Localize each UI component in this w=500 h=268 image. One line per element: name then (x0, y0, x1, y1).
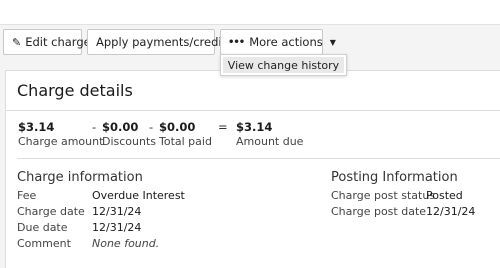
fee-value: Overdue Interest (92, 189, 185, 202)
summary-divider (17, 158, 500, 159)
apply-payments-label: Apply payments/credits (96, 35, 233, 49)
discounts-value: $0.00 (102, 120, 139, 134)
charge-post-date-value: 12/31/24 (426, 205, 476, 218)
comment-value: None found. (92, 237, 160, 250)
charge-post-status-label: Charge post status (331, 189, 436, 202)
charge-post-date-label: Charge post date (331, 205, 427, 218)
charge-details-panel: Charge details $3.14 Charge amount - $0.… (5, 70, 500, 268)
edit-charge-button[interactable]: ✎ Edit charge (3, 29, 91, 55)
action-toolbar: ✎ Edit charge Apply payments/credits •••… (3, 29, 336, 55)
caret-down-icon: ▼ (329, 37, 336, 47)
more-actions-label: More actions (249, 35, 323, 49)
comment-label: Comment (17, 237, 71, 250)
pencil-icon: ✎ (12, 35, 22, 49)
minus-operator: - (92, 120, 97, 134)
more-actions-button[interactable]: ••• More actions ▼ (220, 29, 336, 55)
fee-label: Fee (17, 189, 37, 202)
charge-date-value: 12/31/24 (92, 205, 142, 218)
apply-payments-credits-button[interactable]: Apply payments/credits (87, 29, 232, 55)
charge-information-heading: Charge information (17, 170, 143, 185)
total-paid-label: Total paid (159, 135, 212, 148)
due-date-label: Due date (17, 221, 68, 234)
view-change-history-item[interactable]: View change history (223, 57, 344, 73)
charge-post-status-value: Posted (426, 189, 463, 202)
edit-charge-label: Edit charge (25, 35, 91, 49)
charge-amount-value: $3.14 (18, 120, 55, 134)
equals-operator: = (218, 120, 228, 134)
page-title: Charge details (17, 81, 133, 100)
amount-due-value: $3.14 (236, 120, 273, 134)
top-header-band (0, 0, 500, 25)
amount-due-label: Amount due (236, 135, 304, 148)
minus-operator: - (149, 120, 154, 134)
total-paid-value: $0.00 (159, 120, 196, 134)
more-actions-dropdown: View change history (220, 54, 347, 76)
ellipsis-icon: ••• (228, 36, 245, 48)
charge-date-label: Charge date (17, 205, 85, 218)
due-date-value: 12/31/24 (92, 221, 142, 234)
discounts-label: Discounts (102, 135, 157, 148)
posting-information-heading: Posting Information (331, 170, 458, 185)
charge-amount-label: Charge amount (18, 135, 104, 148)
title-divider (6, 110, 500, 111)
